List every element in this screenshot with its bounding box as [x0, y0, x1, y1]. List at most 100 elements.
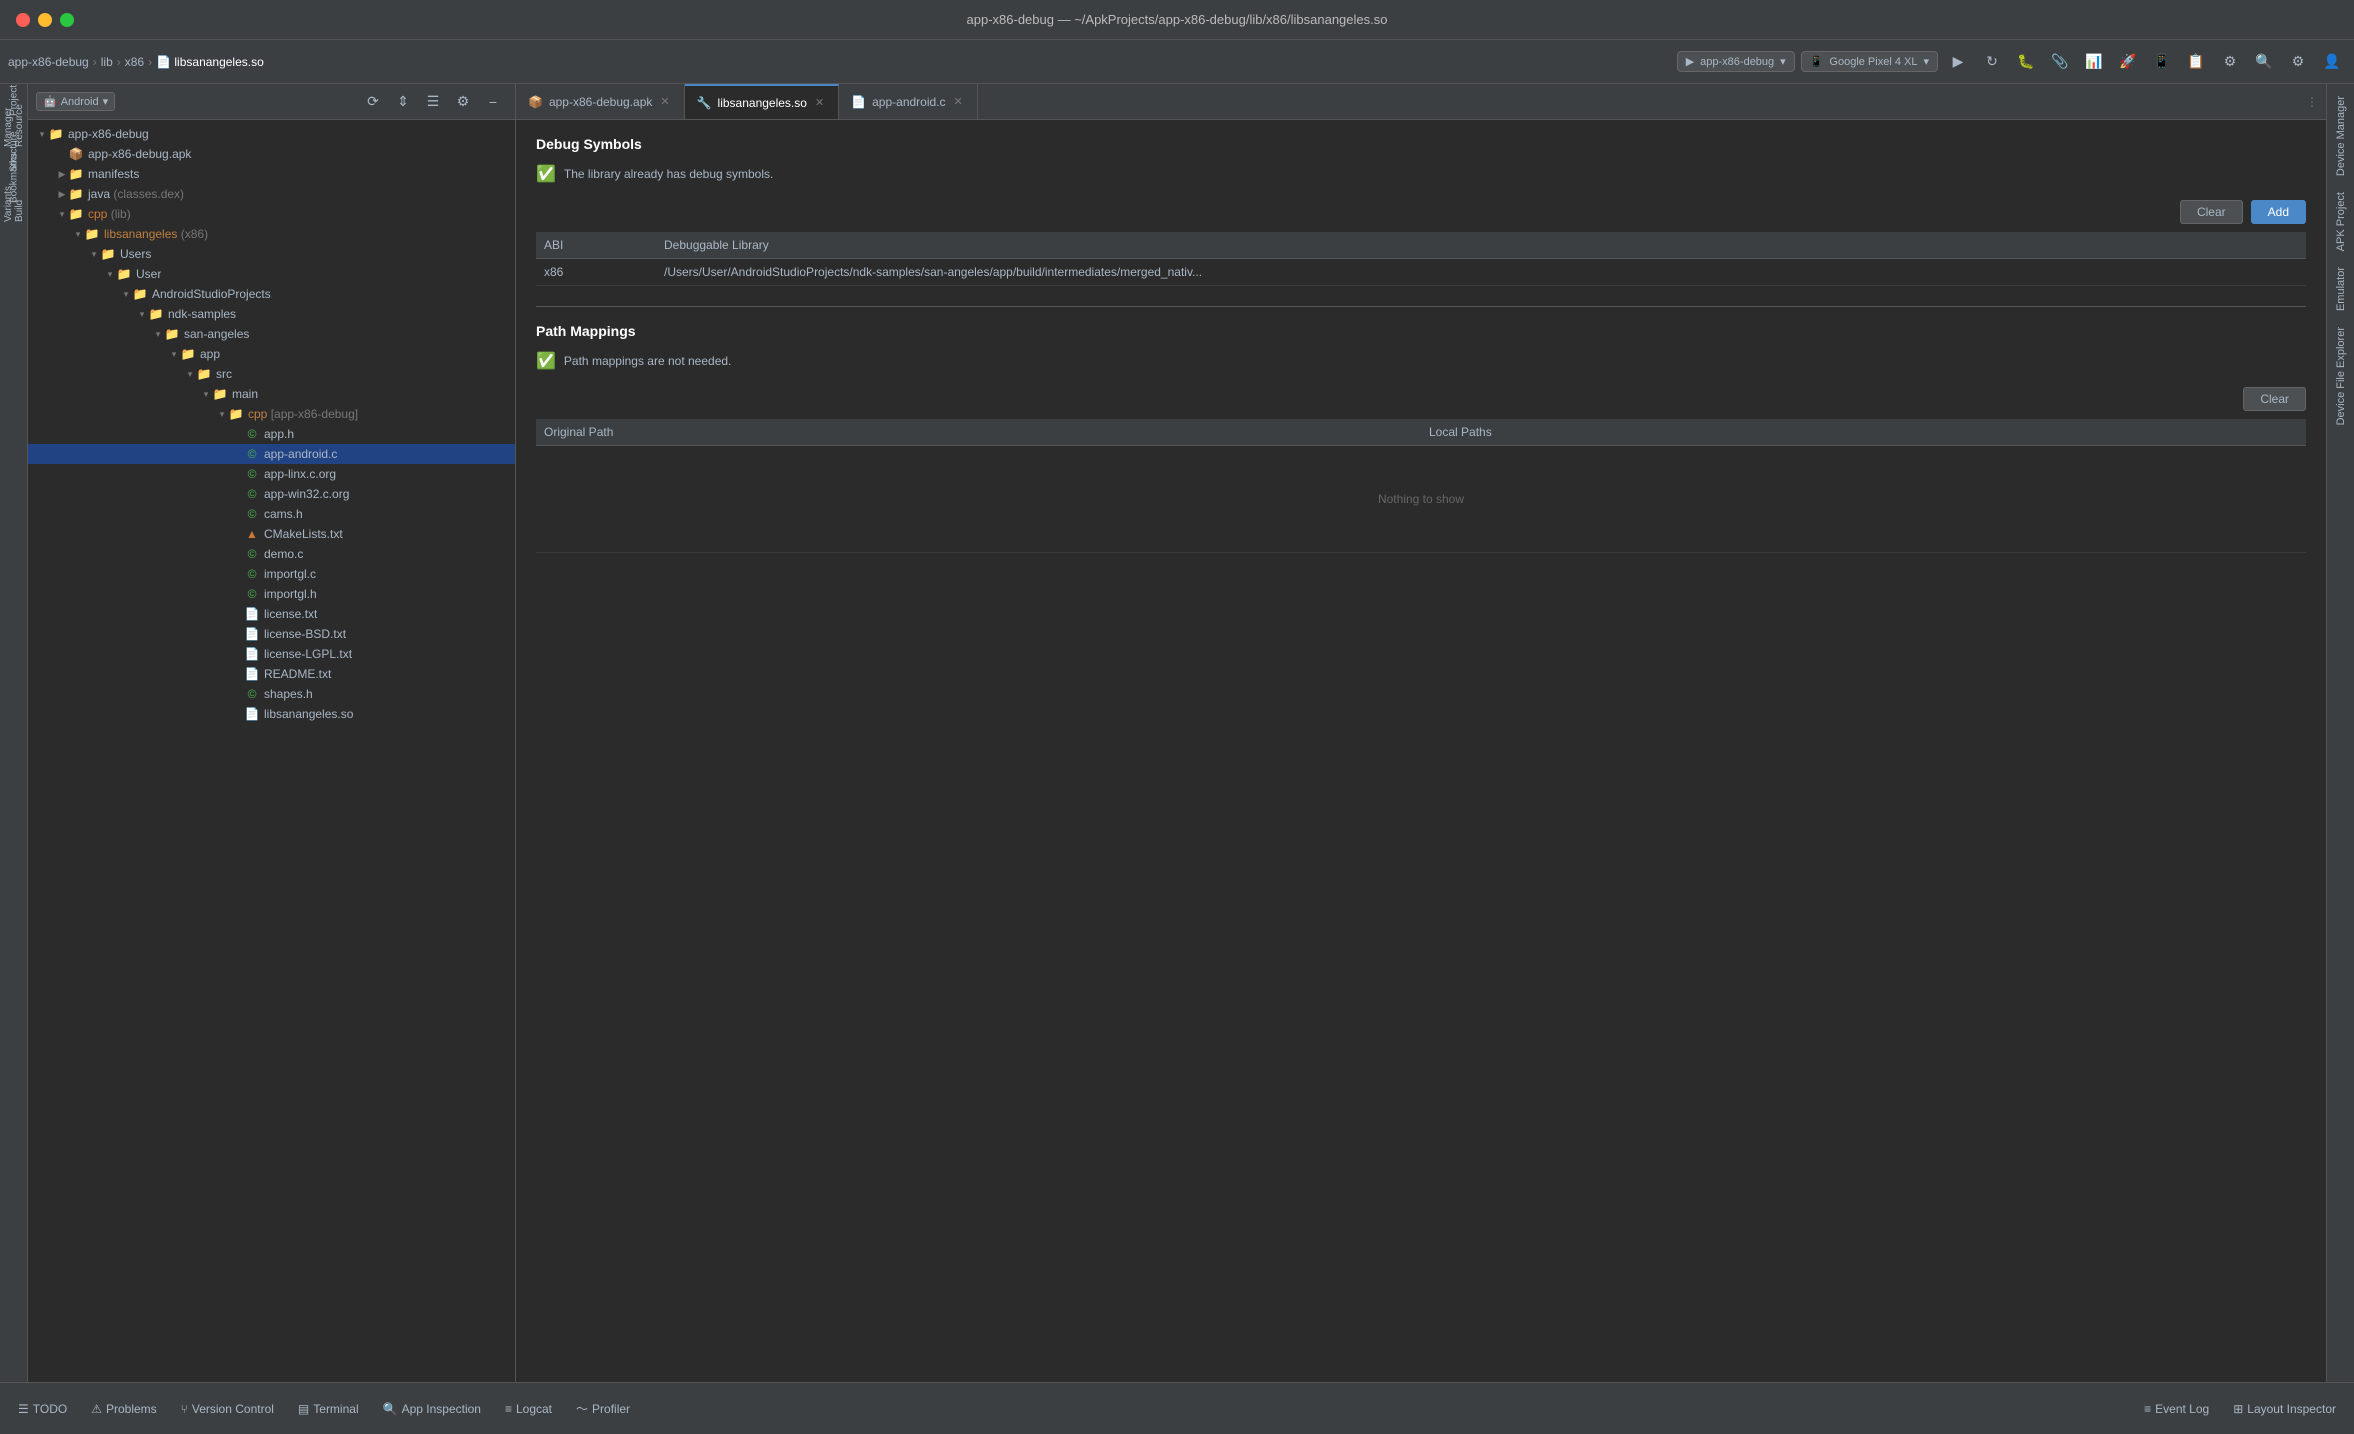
attach-button[interactable]: 📎 [2046, 48, 2074, 76]
event-log-button[interactable]: ≡ Event Log [2134, 1398, 2219, 1420]
breadcrumb-app[interactable]: app-x86-debug [8, 55, 89, 69]
refresh-button[interactable]: ↻ [1978, 48, 2006, 76]
tree-label-java: java (classes.dex) [88, 187, 184, 201]
sidebar-apk-project[interactable]: APK Project [2331, 184, 2351, 259]
tree-item-main[interactable]: ▾ 📁 main [28, 384, 515, 404]
folder-icon-java: 📁 [68, 186, 84, 202]
layout-inspector-label: Layout Inspector [2247, 1402, 2336, 1416]
tree-item-readme[interactable]: 📄 README.txt [28, 664, 515, 684]
run-button[interactable]: ▶ [1944, 48, 1972, 76]
window-controls[interactable] [16, 13, 74, 27]
path-clear-button[interactable]: Clear [2243, 387, 2306, 411]
tree-item-java[interactable]: ▶ 📁 java (classes.dex) [28, 184, 515, 204]
close-button[interactable] [16, 13, 30, 27]
filter-button[interactable]: ☰ [419, 88, 447, 116]
breadcrumb-file[interactable]: 📄 libsanangeles.so [156, 55, 264, 69]
build-variants-icon[interactable]: Build Variants [2, 192, 26, 216]
tab-more[interactable]: ⋮ [2298, 84, 2326, 119]
tree-item-manifests[interactable]: ▶ 📁 manifests [28, 164, 515, 184]
tree-item-cmake[interactable]: ▲ CMakeLists.txt [28, 524, 515, 544]
profile-button[interactable]: 📊 [2080, 48, 2108, 76]
tree-label-applinx: app-linx.c.org [264, 467, 336, 481]
tree-item-appwin32[interactable]: © app-win32.c.org [28, 484, 515, 504]
profiler-button[interactable]: 〜 Profiler [566, 1396, 640, 1421]
sidebar-device-manager[interactable]: Device Manager [2331, 88, 2351, 184]
folder-icon-src: 📁 [196, 366, 212, 382]
section-divider [536, 306, 2306, 307]
sidebar-emulator[interactable]: Emulator [2331, 259, 2351, 319]
settings-button[interactable]: ⚙ [2284, 48, 2312, 76]
tree-item-shapesh[interactable]: © shapes.h [28, 684, 515, 704]
tree-item-libsanangeles[interactable]: ▾ 📁 libsanangeles (x86) [28, 224, 515, 244]
tree-item-license[interactable]: 📄 license.txt [28, 604, 515, 624]
tree-item-libso-bottom[interactable]: 📄 libsanangeles.so [28, 704, 515, 724]
terminal-button[interactable]: ▤ Terminal [288, 1398, 369, 1420]
problems-button[interactable]: ⚠ Problems [81, 1398, 166, 1420]
todo-button[interactable]: ☰ TODO [8, 1398, 77, 1420]
tab-apk-close[interactable]: ✕ [658, 93, 671, 110]
tree-label-licensebsd: license-BSD.txt [264, 627, 346, 641]
more-button[interactable]: ⚙ [2216, 48, 2244, 76]
avd-button[interactable]: 📱 [2148, 48, 2176, 76]
sync-button[interactable]: ⟳ [359, 88, 387, 116]
tree-item-licensebsd[interactable]: 📄 license-BSD.txt [28, 624, 515, 644]
main-toolbar: app-x86-debug › lib › x86 › 📄 libsanange… [0, 40, 2354, 84]
settings-panel-button[interactable]: ⚙ [449, 88, 477, 116]
tree-item-appandroid[interactable]: © app-android.c [28, 444, 515, 464]
tree-item-src[interactable]: ▾ 📁 src [28, 364, 515, 384]
tree-item-licenselgpl[interactable]: 📄 license-LGPL.txt [28, 644, 515, 664]
search-button[interactable]: 🔍 [2250, 48, 2278, 76]
run-config-arrow: ▾ [1780, 55, 1786, 68]
tab-so[interactable]: 🔧 libsanangeles.so ✕ [685, 84, 840, 119]
tree-label-democ: demo.c [264, 547, 303, 561]
breadcrumb-x86[interactable]: x86 [125, 55, 144, 69]
tree-item-ndk[interactable]: ▾ 📁 ndk-samples [28, 304, 515, 324]
path-table-header-original: Original Path [536, 419, 1421, 446]
tree-item-san-angeles[interactable]: ▾ 📁 san-angeles [28, 324, 515, 344]
coverage-button[interactable]: 📋 [2182, 48, 2210, 76]
tree-item-cpp-lib[interactable]: ▾ 📁 cpp (lib) [28, 204, 515, 224]
tree-item-androidstudio[interactable]: ▾ 📁 AndroidStudioProjects [28, 284, 515, 304]
maximize-button[interactable] [60, 13, 74, 27]
tab-apk[interactable]: 📦 app-x86-debug.apk ✕ [516, 84, 685, 119]
tree-item-importglc[interactable]: © importgl.c [28, 564, 515, 584]
tree-label-ndk: ndk-samples [168, 307, 236, 321]
tree-arrow-root: ▾ [36, 129, 48, 140]
tab-apk-label: app-x86-debug.apk [549, 95, 652, 109]
debug-content: Debug Symbols ✅ The library already has … [516, 120, 2326, 1382]
sidebar-device-file[interactable]: Device File Explorer [2331, 319, 2351, 433]
android-selector[interactable]: 🤖 Android ▾ [36, 92, 115, 111]
tree-item-democ[interactable]: © demo.c [28, 544, 515, 564]
close-panel-button[interactable]: − [479, 88, 507, 116]
collapse-button[interactable]: ⇕ [389, 88, 417, 116]
account-button[interactable]: 👤 [2318, 48, 2346, 76]
breadcrumb-lib[interactable]: lib [101, 55, 113, 69]
vcs-button[interactable]: ⑂ Version Control [171, 1398, 284, 1420]
debug-clear-button[interactable]: Clear [2180, 200, 2243, 224]
tab-so-close[interactable]: ✕ [813, 94, 826, 111]
debug-button[interactable]: 🐛 [2012, 48, 2040, 76]
tree-item-cpp-app[interactable]: ▾ 📁 cpp [app-x86-debug] [28, 404, 515, 424]
device-selector[interactable]: 📱 Google Pixel 4 XL ▾ [1801, 51, 1938, 72]
tree-item-apph[interactable]: © app.h [28, 424, 515, 444]
tree-label-appwin32: app-win32.c.org [264, 487, 349, 501]
layout-inspector-button[interactable]: ⊞ Layout Inspector [2223, 1398, 2346, 1420]
tree-item-root[interactable]: ▾ 📁 app-x86-debug [28, 124, 515, 144]
tree-item-camsh[interactable]: © cams.h [28, 504, 515, 524]
folder-icon-main: 📁 [212, 386, 228, 402]
tree-item-user[interactable]: ▾ 📁 User [28, 264, 515, 284]
app-inspection-button[interactable]: 🔍 App Inspection [373, 1398, 491, 1420]
tree-item-app[interactable]: ▾ 📁 app [28, 344, 515, 364]
debug-add-button[interactable]: Add [2251, 200, 2306, 224]
tab-c-close[interactable]: ✕ [952, 93, 965, 110]
minimize-button[interactable] [38, 13, 52, 27]
tree-item-applinx[interactable]: © app-linx.c.org [28, 464, 515, 484]
tree-item-importglh[interactable]: © importgl.h [28, 584, 515, 604]
folder-icon-ndk: 📁 [148, 306, 164, 322]
logcat-button[interactable]: ≡ Logcat [495, 1398, 562, 1420]
run-config-selector[interactable]: ▶ app-x86-debug ▾ [1677, 51, 1795, 72]
deploy-button[interactable]: 🚀 [2114, 48, 2142, 76]
tree-item-apk[interactable]: 📦 app-x86-debug.apk [28, 144, 515, 164]
tab-c[interactable]: 📄 app-android.c ✕ [839, 84, 978, 119]
tree-item-users[interactable]: ▾ 📁 Users [28, 244, 515, 264]
